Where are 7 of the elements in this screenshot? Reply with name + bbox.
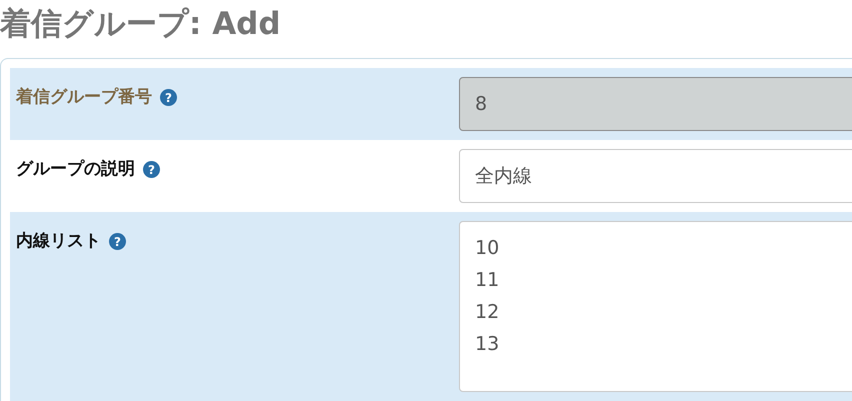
text-area[interactable]: 10 11 12 13	[459, 221, 852, 392]
field-label: 内線リスト	[16, 230, 101, 253]
help-icon[interactable]: ?	[109, 233, 126, 250]
field-label: グループの説明	[16, 158, 135, 181]
field-label: 着信グループ番号	[16, 86, 152, 109]
input-field[interactable]: 全内線	[459, 149, 852, 203]
help-icon[interactable]: ?	[143, 161, 160, 178]
